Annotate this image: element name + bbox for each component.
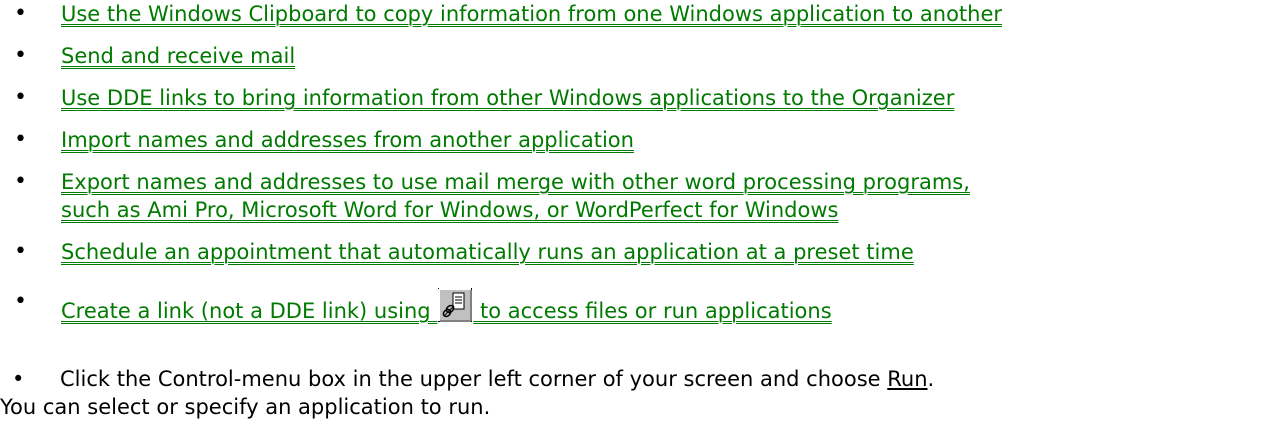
bullet-icon: • [14, 289, 27, 314]
create-link-icon[interactable] [438, 288, 473, 322]
list-item: • Use the Windows Clipboard to copy info… [0, 0, 1266, 28]
export-topic-link[interactable]: Export names and addresses to use mail m… [61, 170, 970, 194]
run-instruction-text: Click the Control-menu box in the upper … [60, 367, 888, 391]
mail-topic-link[interactable]: Send and receive mail [61, 44, 295, 68]
run-instruction-period: . [927, 367, 935, 391]
create-link-topic-link-tail[interactable]: to access files or run applications [473, 299, 832, 323]
schedule-topic-link[interactable]: Schedule an appointment that automatical… [61, 240, 914, 264]
dde-links-topic-link[interactable]: Use DDE links to bring information from … [61, 86, 954, 110]
list-item: • Schedule an appointment that automatic… [0, 238, 1266, 266]
run-instruction: • Click the Control-menu box in the upper… [0, 365, 1266, 421]
run-command-label[interactable]: Run [887, 367, 927, 391]
bullet-icon: • [14, 169, 27, 194]
bullet-icon: • [12, 367, 25, 391]
list-item: • Use DDE links to bring information fro… [0, 84, 1266, 112]
bullet-icon: • [14, 127, 27, 152]
import-topic-link[interactable]: Import names and addresses from another … [61, 128, 634, 152]
list-item: • Send and receive mail [0, 42, 1266, 70]
create-link-topic-link[interactable]: Create a link (not a DDE link) using [61, 299, 437, 323]
list-item: • Import names and addresses from anothe… [0, 126, 1266, 154]
bullet-icon: • [14, 85, 27, 110]
list-item: • Create a link (not a DDE link) using t… [0, 288, 1266, 325]
clipboard-topic-link[interactable]: Use the Windows Clipboard to copy inform… [61, 2, 1002, 26]
bullet-icon: • [14, 43, 27, 68]
bullet-icon: • [14, 239, 27, 264]
bullet-icon: • [14, 1, 27, 26]
run-instruction-line2: You can select or specify an application… [0, 395, 491, 419]
export-topic-link-line2[interactable]: such as Ami Pro, Microsoft Word for Wind… [61, 198, 838, 222]
list-item: • Export names and addresses to use mail… [0, 168, 1266, 224]
